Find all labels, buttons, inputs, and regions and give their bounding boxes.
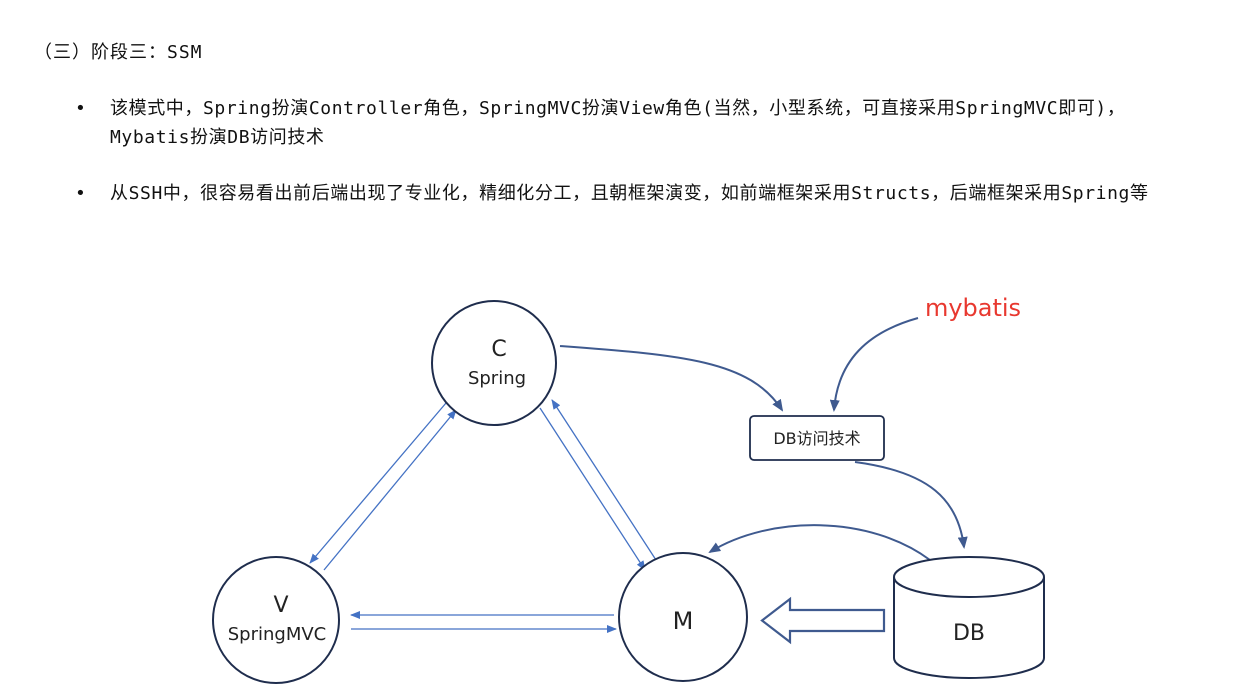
db-cylinder: DB xyxy=(893,556,1045,679)
node-view-letter: V xyxy=(273,593,288,618)
node-model: M xyxy=(618,552,748,682)
node-controller: C Spring xyxy=(431,300,557,426)
c-to-db-access-arrow xyxy=(559,345,784,412)
node-controller-letter: C xyxy=(491,337,506,362)
v-m-arrows xyxy=(350,611,617,633)
mybatis-label: mybatis xyxy=(925,294,1021,322)
node-controller-label: Spring xyxy=(468,368,526,389)
node-view-label: SpringMVC xyxy=(228,624,327,645)
node-view: V SpringMVC xyxy=(212,556,340,684)
db-access-label: DB访问技术 xyxy=(773,429,860,448)
ssm-architecture-diagram: C Spring V SpringMVC M DB访问技术 DB mybatis xyxy=(212,294,1045,684)
mybatis-to-db-access-arrow xyxy=(829,317,919,412)
db-access-to-db-arrow xyxy=(854,461,968,549)
db-cylinder-label: DB xyxy=(953,621,985,646)
db-to-m-curve-arrow xyxy=(708,524,931,561)
db-to-m-block-arrow xyxy=(760,596,886,645)
db-access-box: DB访问技术 xyxy=(749,415,885,461)
c-v-arrows xyxy=(309,402,457,571)
node-model-letter: M xyxy=(673,607,694,635)
c-m-arrows xyxy=(539,399,657,571)
